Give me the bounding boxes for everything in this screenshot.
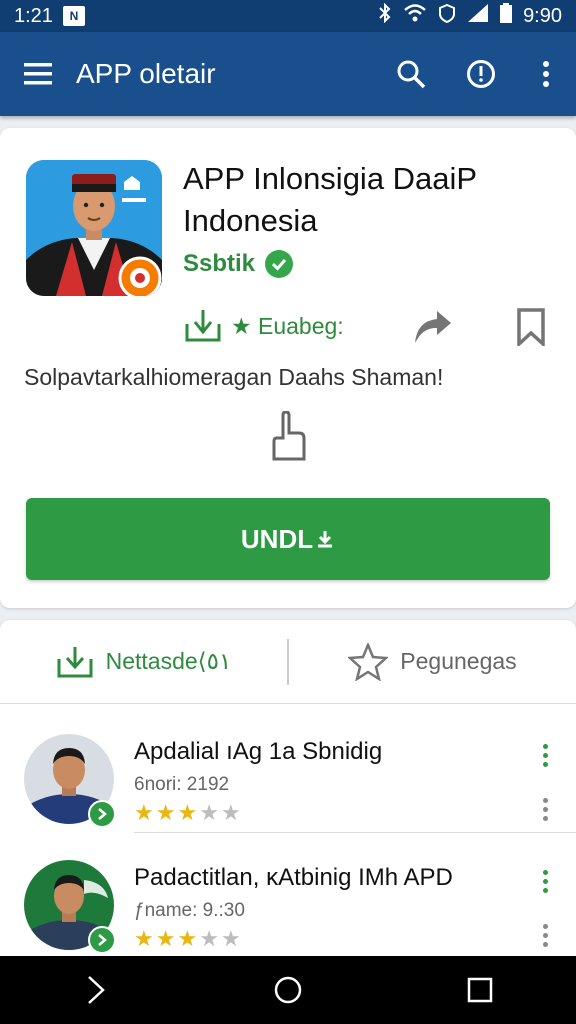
review-item[interactable]: Apdalial ıAg 1a Sbnidig 6nori: 2192 ★ ★ … — [0, 714, 576, 834]
star-rating: ★ ★ ★ ★ ★ — [134, 928, 241, 950]
star-icon: ★ — [199, 800, 219, 825]
menu-button[interactable] — [0, 32, 76, 116]
app-name: APP Inlonsigia DaaiP Indonesia — [183, 161, 477, 238]
download-badge-icon — [185, 310, 221, 342]
share-icon — [415, 311, 451, 343]
reviews-card: Nettasde⟨٥١ Pegunegas Apdalial ıAg 1a Sb… — [0, 620, 576, 956]
tab-bar: Nettasde⟨٥١ Pegunegas — [0, 620, 576, 704]
bluetooth-icon — [377, 2, 393, 29]
editors-choice-row: ★ Euabeg: — [183, 308, 344, 344]
status-time-left: 1:21 — [14, 4, 53, 27]
review-options-icon[interactable] — [536, 744, 554, 767]
install-label: UNDL — [240, 523, 314, 554]
more-vert-icon — [543, 61, 549, 87]
back-icon — [88, 976, 105, 1004]
tab-installed[interactable]: Nettasde⟨٥١ — [0, 620, 287, 703]
bookmark-icon — [517, 308, 545, 346]
star-icon: ★ — [220, 800, 241, 825]
star-icon: ★ — [155, 926, 176, 951]
info-button[interactable] — [446, 32, 516, 116]
home-icon — [274, 976, 302, 1004]
bookmark-button[interactable] — [508, 304, 554, 350]
page-title: APP oletair — [76, 58, 216, 89]
star-icon: ★ — [220, 926, 241, 951]
app-description: Solpavtarkalhiomeragan Daahs Shaman! — [24, 364, 444, 390]
system-nav-bar — [0, 956, 576, 1024]
recents-button[interactable] — [440, 956, 520, 1024]
notification-icon: N — [62, 6, 85, 26]
review-more-icon[interactable] — [536, 798, 554, 821]
tab-installed-label: Nettasde⟨٥١ — [105, 648, 232, 674]
review-more-icon[interactable] — [536, 924, 554, 947]
star-icon: ★ — [134, 800, 154, 825]
review-options-icon[interactable] — [536, 870, 554, 893]
star-icon: ★ — [199, 926, 219, 951]
review-meta: ƒname: 9.:30 — [134, 900, 245, 921]
review-meta: 6nori: 2192 — [134, 774, 230, 795]
star-icon: ★ — [177, 926, 198, 951]
tab-reviews[interactable]: Pegunegas — [289, 620, 576, 703]
verified-check-icon — [265, 250, 294, 278]
star-icon: ★ — [177, 800, 198, 825]
tap-hand-icon — [266, 410, 310, 462]
install-button[interactable]: UNDL — [26, 498, 550, 580]
reviewer-badge-icon — [88, 800, 116, 828]
install-tab-icon — [57, 646, 93, 677]
search-icon — [397, 60, 426, 89]
star-rating: ★ ★ ★ ★ ★ — [134, 802, 241, 824]
app-detail-card: APP Inlonsigia DaaiP Indonesia Ssbtik ★ … — [0, 128, 576, 608]
status-time-right: 9:90 — [523, 4, 562, 27]
review-item[interactable]: Padactitlan, κAtbinig IMh APD ƒname: 9.:… — [0, 840, 576, 960]
review-name: Apdalial ıAg 1a Sbnidig — [134, 738, 383, 765]
wifi-icon — [403, 3, 427, 29]
star-icon: ★ — [134, 926, 154, 951]
app-bar: APP oletair — [0, 32, 576, 116]
editors-choice-label: ★ Euabeg: — [231, 312, 344, 339]
star-outline-icon — [348, 642, 389, 681]
menu-icon — [24, 63, 52, 85]
status-bar: 1:21 N 9:90 — [0, 0, 576, 32]
search-button[interactable] — [376, 32, 446, 116]
developer-name[interactable]: Ssbtik — [183, 250, 255, 278]
share-button[interactable] — [408, 306, 458, 348]
back-button[interactable] — [56, 956, 136, 1024]
reviewer-badge-icon — [88, 926, 116, 954]
download-icon — [318, 531, 333, 548]
developer-row[interactable]: Ssbtik — [183, 250, 294, 278]
review-name: Padactitlan, κAtbinig IMh APD — [134, 864, 453, 891]
data-saver-icon — [437, 3, 457, 29]
star-icon: ★ — [155, 800, 176, 825]
recents-icon — [467, 977, 493, 1003]
tab-reviews-label: Pegunegas — [400, 648, 517, 674]
home-button[interactable] — [248, 956, 328, 1024]
divider — [134, 832, 576, 833]
info-icon — [467, 60, 495, 88]
battery-icon — [499, 3, 513, 29]
more-options-button[interactable] — [516, 32, 576, 116]
app-icon — [26, 160, 162, 296]
signal-icon — [467, 3, 489, 29]
